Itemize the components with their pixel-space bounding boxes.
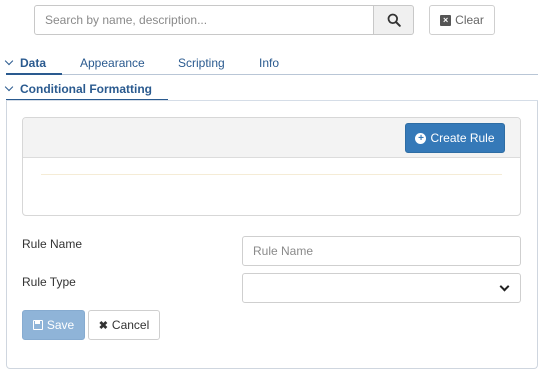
clear-button[interactable]: × Clear [429, 5, 495, 35]
tab-data[interactable]: Data [4, 56, 62, 75]
search-icon [387, 13, 401, 27]
floppy-disk-icon [32, 320, 43, 330]
rule-name-label: Rule Name [22, 237, 83, 251]
cancel-button[interactable]: ✖ Cancel [88, 310, 160, 340]
clear-icon: × [440, 14, 452, 26]
chevron-down-icon [4, 56, 14, 66]
rules-empty-divider [41, 174, 502, 175]
rule-name-input[interactable] [242, 236, 521, 266]
chevron-down-icon [4, 82, 14, 92]
close-icon: ✖ [98, 319, 108, 332]
create-rule-button[interactable]: + Create Rule [405, 123, 505, 153]
rules-list-header: + Create Rule [23, 118, 520, 158]
save-label: Save [46, 318, 75, 332]
rule-type-label: Rule Type [22, 275, 76, 289]
tab-scripting-label: Scripting [178, 56, 225, 70]
search-bar [34, 5, 414, 35]
search-input[interactable] [34, 5, 375, 35]
tab-appearance-label: Appearance [80, 56, 145, 70]
chevron-down-icon [499, 281, 510, 291]
tab-scripting[interactable]: Scripting [178, 56, 225, 75]
save-button[interactable]: Save [22, 310, 85, 340]
cancel-label: Cancel [111, 318, 150, 332]
tab-data-label: Data [20, 56, 47, 70]
tab-info[interactable]: Info [259, 56, 279, 75]
section-title: Conditional Formatting [20, 82, 152, 96]
plus-circle-icon: + [415, 132, 427, 144]
section-header-conditional-formatting[interactable]: Conditional Formatting [4, 82, 168, 101]
search-button[interactable] [374, 5, 414, 35]
clear-button-label: Clear [455, 13, 484, 27]
rule-type-select[interactable] [242, 273, 521, 303]
create-rule-label: Create Rule [430, 131, 495, 145]
tab-bar: Data Appearance Scripting Info [4, 56, 538, 75]
tab-info-label: Info [259, 56, 280, 70]
rules-list: + Create Rule [22, 117, 521, 216]
tab-appearance[interactable]: Appearance [80, 56, 145, 75]
